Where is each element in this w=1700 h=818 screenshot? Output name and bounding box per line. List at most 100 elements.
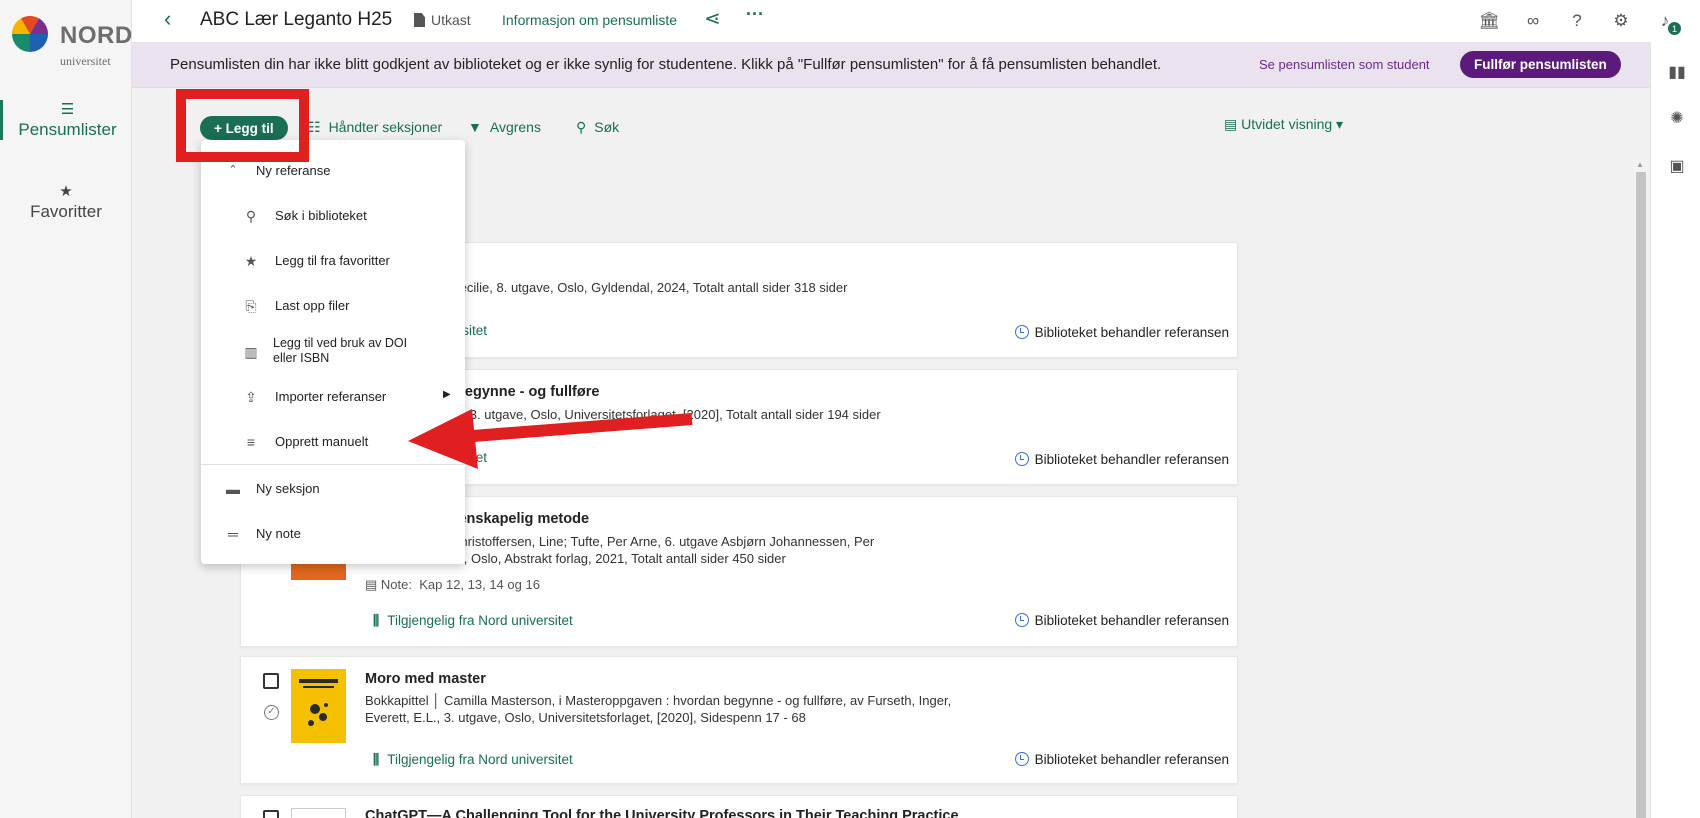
status-label: Biblioteket behandler referansen (1014, 452, 1229, 467)
right-rail: ▮▮ ✺ ▣ (1650, 42, 1700, 818)
top-bar: ‹ ABC Lær Leganto H25 Utkast Informasjon… (132, 0, 1700, 42)
logo-word: NORD (60, 22, 133, 49)
caret-down-icon: ▾ (1332, 116, 1344, 132)
menu-item-label: Søk i biblioteket (275, 208, 367, 223)
cover-art-icon (299, 679, 338, 726)
citation-note: ▤ Note: Kap 12, 13, 14 og 16 (365, 577, 540, 593)
note-icon: ▤ (365, 577, 381, 592)
menu-item-label: Importer referanser (275, 389, 387, 404)
menu-divider (201, 464, 465, 465)
status-text: Biblioteket behandler referansen (1034, 752, 1229, 767)
share-icon[interactable]: ⋖ (704, 6, 721, 31)
add-button[interactable]: + Legg til (200, 116, 288, 140)
left-sidebar: NORD universitet ☰ Pensumlister ★ Favori… (0, 0, 132, 818)
add-button-label: Legg til (225, 120, 274, 136)
status-text: Biblioteket behandler referansen (1034, 452, 1229, 467)
nav-favoritter-label: Favoritter (30, 202, 102, 221)
draft-status-label: Utkast (431, 12, 471, 28)
star-icon: ★ (244, 253, 258, 269)
filter-label: Avgrens (489, 119, 541, 135)
view-mode-label: Utvidet visning (1241, 116, 1333, 132)
complete-list-button[interactable]: Fullfør pensumlisten (1460, 51, 1621, 78)
scroll-thumb[interactable] (1636, 172, 1646, 818)
note-text: Kap 12, 13, 14 og 16 (419, 577, 540, 592)
menu-header-label: Ny referanse (256, 163, 331, 178)
citation-meta: Bokkapittel │ Camilla Masterson, i Maste… (365, 693, 952, 725)
citation-card[interactable]: ChatGPT—A Challenging Tool for the Unive… (240, 795, 1238, 818)
clock-icon (1014, 325, 1029, 339)
search-label: Søk (594, 119, 620, 135)
filter-button[interactable]: ▼ Avgrens (468, 119, 541, 135)
sections-icon: ☷ (308, 119, 321, 135)
more-options-icon[interactable]: ··· (746, 4, 764, 25)
edit-list-icon: ≡ (246, 434, 256, 450)
list-info-link[interactable]: Informasjon om pensumliste (502, 12, 677, 28)
menu-item-label: Opprett manuelt (275, 434, 369, 449)
select-checkbox[interactable] (263, 673, 279, 689)
settings-gear-icon[interactable]: ⚙ (1610, 10, 1632, 32)
status-label: Biblioteket behandler referansen (1014, 752, 1229, 767)
clock-icon (1014, 752, 1029, 766)
nord-logo[interactable]: NORD universitet (8, 14, 132, 68)
barcode-icon: ▥ (244, 344, 258, 360)
menu-item-label: Ny seksjon (256, 481, 320, 496)
status-label: Biblioteket behandler referansen (1014, 613, 1229, 628)
citation-title[interactable]: Moro med master (365, 671, 486, 687)
citation-title[interactable]: ChatGPT—A Challenging Tool for the Unive… (365, 808, 959, 818)
tasks-icon[interactable]: ▣ (1667, 156, 1687, 176)
manage-sections-label: Håndter seksjoner (328, 119, 443, 135)
page-title: ABC Lær Leganto H25 (200, 9, 393, 30)
search-icon: ⚲ (245, 208, 257, 224)
content-scrollbar[interactable]: ▲ (1634, 160, 1648, 818)
list-icon: ☰ (60, 101, 75, 118)
nav-pensumlister-label: Pensumlister (18, 120, 117, 139)
check-circle-icon[interactable]: ✓ (264, 705, 279, 720)
citation-card[interactable]: ✓ Moro med master Bokkapittel │ Camilla … (240, 656, 1238, 784)
view-mode-dropdown[interactable]: ▤ Utvidet visning ▾ (1224, 116, 1343, 133)
logo-mark-icon (11, 15, 49, 52)
new-section-icon: ▬ (226, 481, 240, 497)
view-as-student-link[interactable]: Se pensumlisten som student (1259, 57, 1430, 72)
status-text: Biblioteket behandler referansen (1034, 325, 1229, 340)
menu-item-label: Last opp filer (275, 298, 350, 313)
add-dropdown-menu: ⌃ Ny referanse ⚲ Søk i biblioteket ★ Leg… (201, 140, 465, 564)
top-icon-group: 🏛 ∞ ? ⚙ ♪ 1 (1478, 10, 1681, 35)
library-icon[interactable]: 🏛 (1478, 10, 1500, 32)
filter-icon: ▼ (468, 119, 482, 135)
notifications-bell-icon[interactable]: ♪ 1 (1654, 10, 1681, 35)
status-text: Biblioteket behandler referansen (1034, 613, 1229, 628)
menu-item-label: Legg til ved bruk av DOI eller ISBN (273, 336, 408, 365)
link-icon[interactable]: ∞ (1522, 10, 1544, 32)
help-icon[interactable]: ? (1566, 10, 1588, 32)
menu-item-doi-isbn[interactable]: ▥ Legg til ved bruk av DOI eller ISBN (201, 336, 465, 370)
file-upload-icon: ⎘ (245, 298, 257, 314)
banner-message: Pensumlisten din har ikke blitt godkjent… (170, 56, 1162, 73)
availability-link[interactable]: ⫼ Tilgjengelig fra Nord universitet (373, 613, 573, 629)
nav-favoritter[interactable]: ★ Favoritter (0, 182, 132, 222)
select-checkbox[interactable] (263, 810, 279, 818)
menu-item-label: Ny note (256, 526, 301, 541)
menu-item-label: Legg til fra favoritter (275, 253, 390, 268)
search-button[interactable]: ⚲ Søk (576, 119, 619, 136)
draft-status: Utkast (414, 12, 471, 28)
view-mode-icon: ▤ (1224, 116, 1242, 132)
availability-label: Tilgjengelig fra Nord universitet (387, 752, 573, 767)
manage-sections-button[interactable]: ☷ Håndter seksjoner (308, 119, 442, 136)
availability-link[interactable]: ⫼ Tilgjengelig fra Nord universitet (373, 752, 573, 768)
star-icon: ★ (59, 183, 73, 200)
clock-icon (1014, 452, 1029, 466)
status-label: Biblioteket behandler referansen (1014, 325, 1229, 340)
note-label: Note: (380, 577, 412, 592)
chevron-up-icon: ⌃ (228, 164, 238, 176)
book-cover-thumbnail (291, 808, 346, 818)
lightbulb-icon[interactable]: ✺ (1667, 108, 1687, 128)
import-icon: ⇪ (245, 389, 257, 405)
nav-pensumlister[interactable]: ☰ Pensumlister (0, 100, 132, 140)
analytics-icon[interactable]: ▮▮ (1667, 62, 1687, 82)
plus-icon: + (214, 120, 222, 136)
back-chevron-icon[interactable]: ‹ (164, 6, 171, 32)
scroll-up-icon[interactable]: ▲ (1636, 160, 1644, 169)
library-books-icon: ⫼ (373, 613, 380, 628)
clock-icon (1014, 613, 1029, 627)
logo-subtitle: universitet (60, 54, 111, 68)
